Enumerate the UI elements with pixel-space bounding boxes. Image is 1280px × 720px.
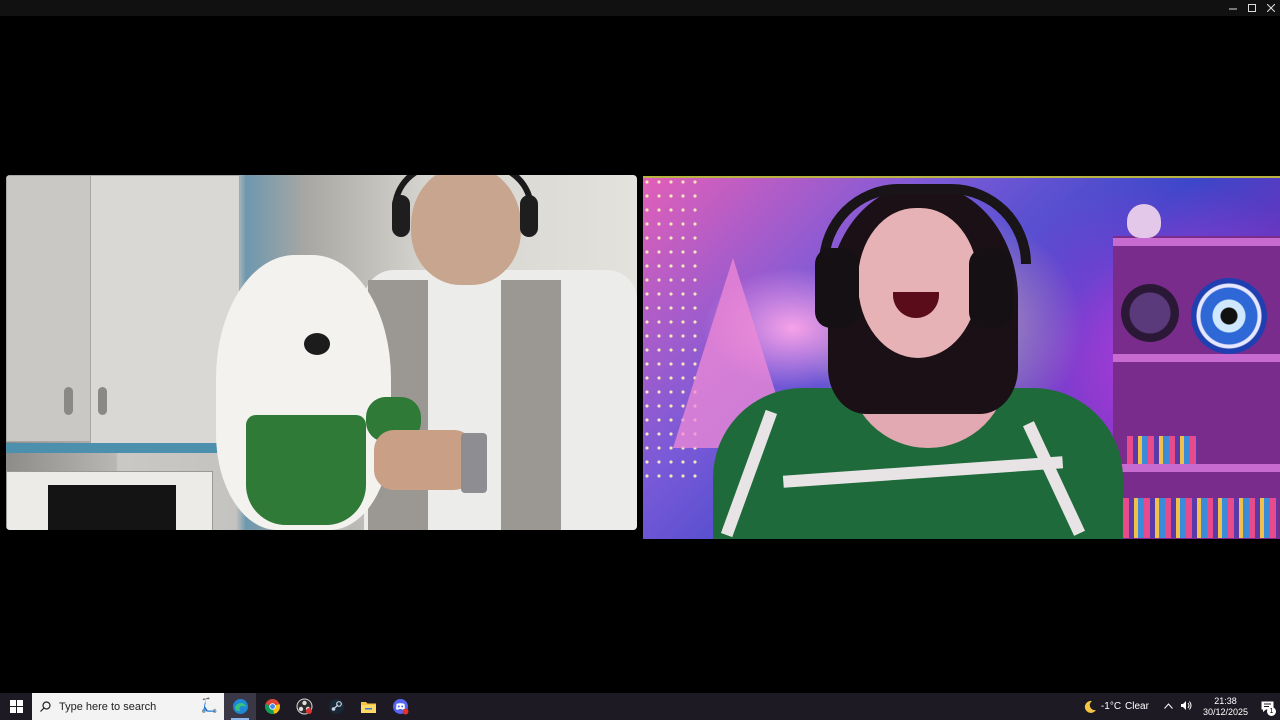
headphone-cup: [392, 195, 410, 237]
kitchen-counter: [6, 443, 226, 453]
man-vest: [501, 280, 561, 530]
obs-icon: [296, 698, 312, 715]
headphone-cup: [815, 248, 859, 328]
clock-time: 21:38: [1214, 695, 1237, 706]
cabinet-handle: [98, 387, 107, 415]
search-highlight-icon: 🛴: [200, 697, 218, 713]
taskbar-app-edge[interactable]: [224, 693, 256, 720]
discord-icon: [392, 699, 408, 715]
notification-center-button[interactable]: 1: [1254, 693, 1280, 720]
video-call-window: [0, 0, 1280, 693]
minimize-icon: [1228, 8, 1237, 10]
skull-decoration: [1127, 204, 1161, 238]
headphone-cup: [969, 248, 1013, 328]
notification-count-badge: 1: [1267, 707, 1276, 716]
taskbar-app-steam[interactable]: [320, 693, 352, 720]
clock-date: 30/12/2025: [1202, 706, 1248, 717]
taskbar-search-box[interactable]: Type here to search 🛴: [32, 693, 224, 720]
shelf-board: [1113, 238, 1280, 246]
taskbar-app-file-explorer[interactable]: [352, 693, 384, 720]
system-tray: -1°C Clear 21:38 30/12/2025 1: [1083, 693, 1280, 720]
dog-nose: [304, 333, 330, 355]
maximize-icon: [1247, 4, 1256, 12]
close-icon: [1266, 4, 1275, 12]
dog-bandana: [246, 415, 366, 525]
taskbar-clock[interactable]: 21:38 30/12/2025: [1203, 696, 1248, 718]
windows-logo-icon: [9, 700, 23, 713]
window-controls: [1223, 0, 1280, 16]
taskbar: Type here to search 🛴 -1°C Clear 21:38 3…: [0, 693, 1280, 720]
microwave-window: [48, 485, 176, 530]
evil-eye-decoration: [1191, 278, 1267, 354]
search-icon: [40, 701, 51, 712]
taskbar-app-obs[interactable]: [288, 693, 320, 720]
volume-button[interactable]: [1179, 700, 1195, 714]
taskbar-app-chrome[interactable]: [256, 693, 288, 720]
bookshelf: [1113, 236, 1280, 539]
weather-condition: Clear: [1125, 701, 1149, 712]
crystal-ball-decoration: [1121, 284, 1179, 342]
search-placeholder: Type here to search: [59, 700, 157, 713]
steam-icon: [328, 699, 344, 714]
books: [1123, 498, 1278, 538]
taskbar-app-discord[interactable]: [384, 693, 416, 720]
start-button[interactable]: [0, 693, 32, 720]
maximize-button[interactable]: [1242, 0, 1261, 16]
weather-temperature: -1°C: [1100, 701, 1122, 712]
moon-icon: [1084, 700, 1096, 713]
shelf-board: [1113, 354, 1280, 362]
edge-icon: [232, 699, 248, 714]
close-button[interactable]: [1261, 0, 1280, 16]
participant-video-left[interactable]: [6, 175, 637, 530]
participant-video-right[interactable]: [643, 176, 1280, 539]
man-hand: [374, 430, 474, 490]
speaker-icon: [1181, 700, 1192, 710]
file-explorer-icon: [360, 702, 376, 713]
headphone-cup: [520, 195, 538, 237]
shelf-board: [1113, 464, 1280, 472]
show-hidden-icons-button[interactable]: [1161, 701, 1177, 712]
title-bar: [0, 0, 1280, 16]
chrome-icon: [264, 699, 280, 715]
weather-widget[interactable]: -1°C Clear: [1083, 700, 1149, 714]
chevron-up-icon: [1164, 703, 1174, 709]
wristwatch: [461, 433, 487, 493]
cabinet-handle: [64, 387, 73, 415]
books: [1127, 436, 1197, 464]
headphones: [392, 175, 534, 209]
minimize-button[interactable]: [1223, 0, 1242, 16]
